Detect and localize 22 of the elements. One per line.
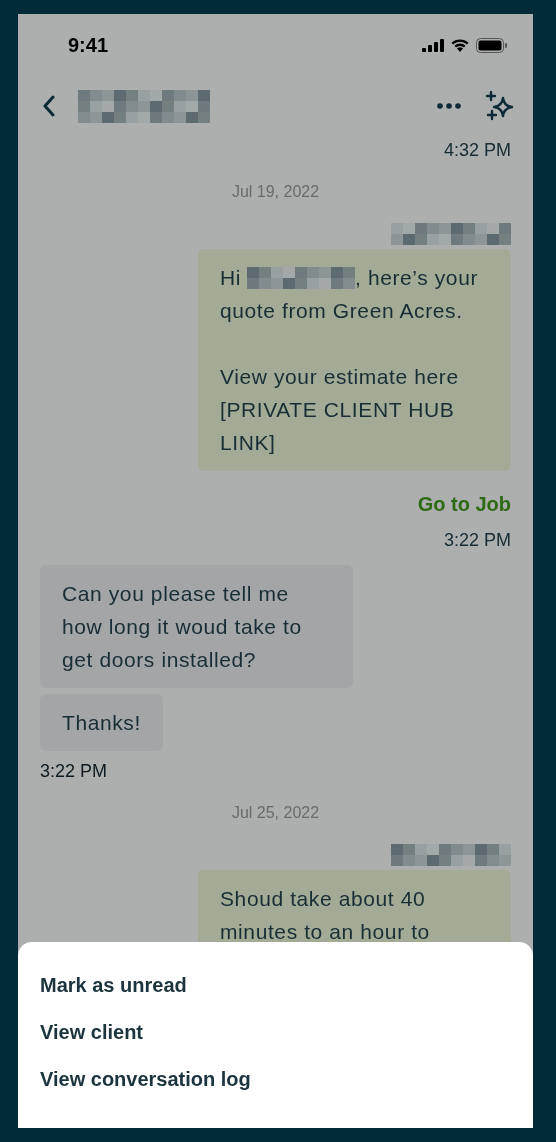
action-menu-item[interactable]: Mark as unread [18, 962, 533, 1009]
message-time: 4:32 PM [443, 140, 511, 161]
sparkle-icon[interactable] [485, 91, 515, 121]
date-divider: Jul 19, 2022 [231, 183, 320, 201]
message-text: Shoud take about 40 minutes to an hour to [220, 886, 431, 945]
message-text: Can you please tell me how long it woud take to get doors installed? [62, 581, 303, 673]
more-icon[interactable] [437, 103, 461, 109]
signal-icon [422, 38, 444, 52]
action-menu-item[interactable]: View client [18, 1009, 533, 1056]
action-menu-item[interactable]: View conversation log [18, 1056, 533, 1103]
message-text: quote from Green Acres. [220, 298, 463, 324]
battery-icon [476, 37, 508, 53]
message-time: 3:22 PM [443, 530, 511, 551]
message-text: Thanks! [62, 710, 141, 736]
message-text: View your estimate here [PRIVATE CLIENT HUB LINK] [220, 364, 460, 456]
message-time: 3:22 PM [40, 761, 108, 782]
message-text: Hi [220, 265, 242, 291]
date-divider: Jul 25, 2022 [231, 804, 320, 822]
message-text: , here’s your [355, 265, 478, 291]
status-time: 9:41 [68, 33, 109, 57]
wifi-icon [450, 38, 470, 52]
back-icon[interactable] [42, 95, 56, 117]
